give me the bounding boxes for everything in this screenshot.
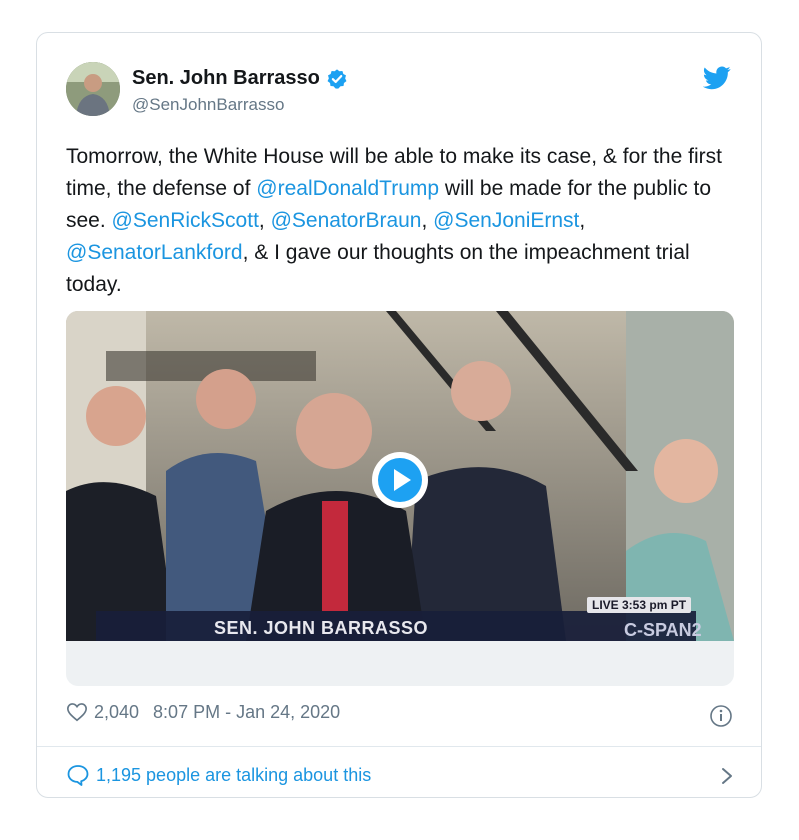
chevron-right-icon[interactable]: [720, 766, 734, 786]
author-name-row: Sen. John Barrasso: [132, 67, 348, 90]
info-icon[interactable]: [709, 704, 733, 728]
tweet-text-segment: ,: [258, 209, 271, 232]
lower-third-name: SEN. JOHN BARRASSO: [214, 618, 429, 638]
mention-link[interactable]: @realDonaldTrump: [256, 177, 439, 200]
footer-divider: [37, 746, 761, 747]
author-handle[interactable]: @SenJohnBarrasso: [132, 95, 284, 115]
mention-link[interactable]: @SenatorBraun: [271, 209, 422, 232]
live-badge: LIVE 3:53 pm PT: [587, 597, 692, 613]
network-logo: C-SPAN2: [624, 620, 702, 640]
video-media[interactable]: SEN. JOHN BARRASSO LIVE 3:53 pm PT C-SPA…: [66, 311, 734, 686]
speech-bubble-icon: [67, 765, 89, 786]
stats-row: 2,040 8:07 PM - Jan 24, 2020: [66, 701, 340, 723]
mention-link[interactable]: @SenRickScott: [112, 209, 259, 232]
verified-badge-icon: [327, 68, 347, 89]
tweet-timestamp[interactable]: 8:07 PM - Jan 24, 2020: [153, 702, 340, 723]
conversation-link[interactable]: 1,195 people are talking about this: [66, 760, 734, 790]
twitter-bird-icon[interactable]: [703, 66, 731, 90]
tweet-text-segment: ,: [421, 209, 434, 232]
author-name[interactable]: Sen. John Barrasso: [132, 67, 320, 90]
avatar[interactable]: [66, 62, 120, 116]
heart-icon[interactable]: [66, 701, 88, 723]
mention-link[interactable]: @SenatorLankford: [66, 241, 243, 264]
mention-link[interactable]: @SenJoniErnst: [433, 209, 579, 232]
like-count[interactable]: 2,040: [94, 702, 139, 723]
tweet-text-segment: ,: [579, 209, 586, 232]
tweet-card: Sen. John Barrasso @SenJohnBarrasso Tomo…: [36, 32, 762, 798]
tweet-text: Tomorrow, the White House will be able t…: [66, 141, 746, 301]
play-icon[interactable]: [371, 451, 429, 509]
conversation-count[interactable]: 1,195 people are talking about this: [96, 765, 371, 786]
